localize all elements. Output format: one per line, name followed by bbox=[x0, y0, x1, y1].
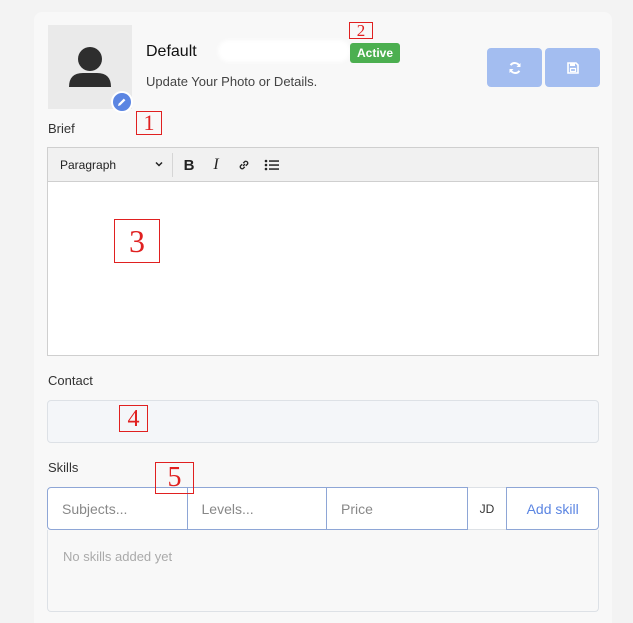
refresh-button[interactable] bbox=[487, 48, 542, 87]
brief-editor-content[interactable] bbox=[48, 182, 598, 355]
redacted-text bbox=[218, 40, 350, 62]
bold-button[interactable]: B bbox=[177, 153, 201, 177]
editor-toolbar: Paragraph B I bbox=[48, 148, 598, 182]
link-icon bbox=[239, 160, 249, 170]
block-format-value: Paragraph bbox=[60, 158, 117, 172]
skills-label: Skills bbox=[48, 460, 79, 475]
block-format-select[interactable]: Paragraph bbox=[60, 148, 168, 182]
annotation-marker: 1 bbox=[136, 111, 162, 135]
annotation-marker: 2 bbox=[349, 22, 373, 39]
italic-button[interactable]: I bbox=[204, 153, 228, 177]
floppy-disk-icon bbox=[566, 61, 579, 74]
add-skill-button[interactable]: Add skill bbox=[506, 487, 599, 530]
price-input[interactable]: Price bbox=[327, 487, 468, 530]
bulleted-list-button[interactable] bbox=[260, 153, 284, 177]
skills-empty-message: No skills added yet bbox=[63, 549, 173, 564]
levels-select[interactable]: Levels... bbox=[187, 487, 327, 530]
currency-label: JD bbox=[467, 487, 507, 530]
profile-subtitle: Update Your Photo or Details. bbox=[146, 74, 318, 89]
status-badge: Active bbox=[350, 43, 401, 63]
chevron-down-icon bbox=[155, 161, 163, 167]
link-button[interactable] bbox=[232, 153, 256, 177]
annotation-marker: 4 bbox=[119, 405, 148, 432]
profile-name: Default bbox=[146, 43, 197, 60]
annotation-marker: 3 bbox=[114, 219, 160, 263]
edit-photo-button[interactable] bbox=[111, 91, 133, 113]
refresh-icon bbox=[509, 61, 520, 74]
contact-label: Contact bbox=[48, 373, 93, 388]
add-skill-form: Subjects... Levels... Price JD Add skill bbox=[47, 487, 599, 530]
pencil-icon bbox=[118, 98, 126, 106]
annotation-marker: 5 bbox=[155, 462, 194, 494]
toolbar-divider bbox=[172, 153, 173, 177]
bulleted-list-icon bbox=[264, 159, 279, 171]
skills-list: No skills added yet bbox=[47, 530, 599, 612]
brief-label: Brief bbox=[48, 121, 75, 136]
save-button[interactable] bbox=[545, 48, 600, 87]
